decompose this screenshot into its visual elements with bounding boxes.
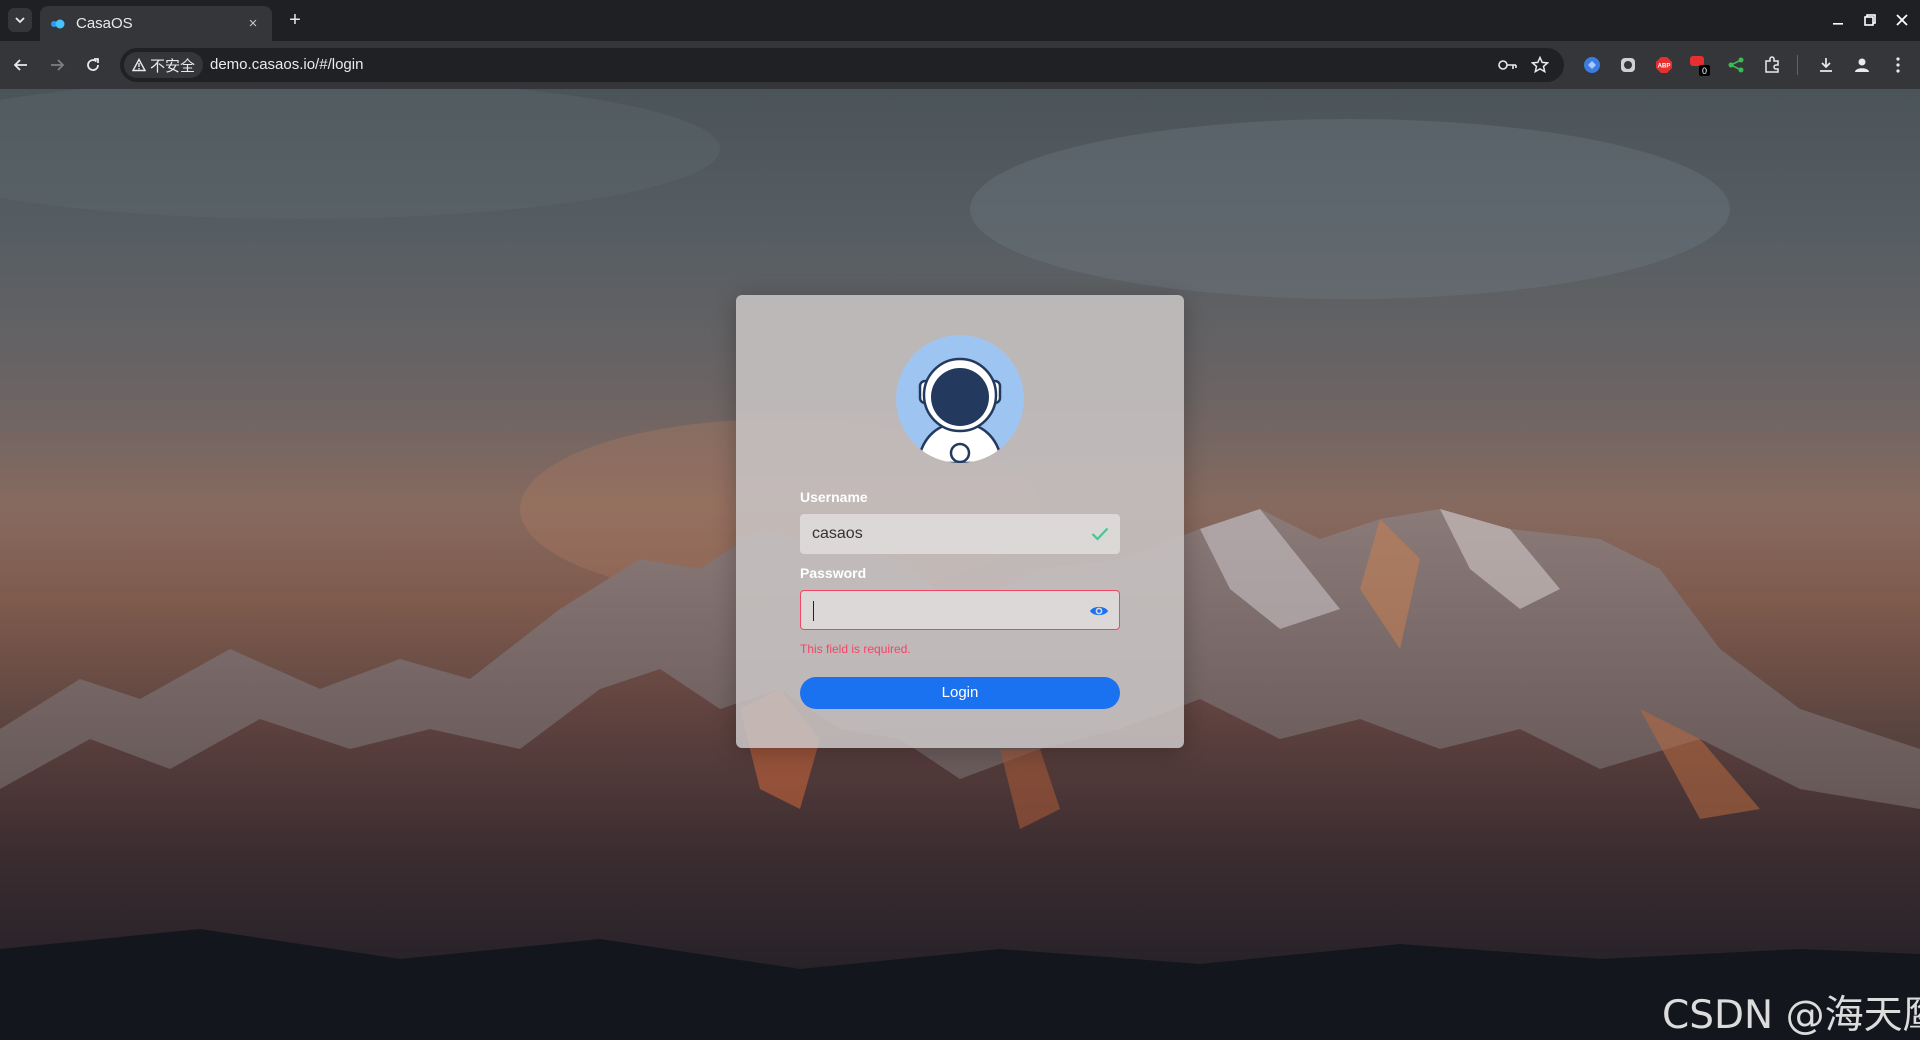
minimize-icon	[1833, 23, 1843, 25]
password-label: Password	[800, 565, 867, 581]
astronaut-avatar-icon	[896, 335, 1024, 463]
bookmark-star-icon[interactable]	[1530, 55, 1550, 75]
text-caret	[813, 601, 814, 621]
extensions-puzzle-icon[interactable]	[1760, 53, 1784, 77]
download-icon[interactable]	[1814, 53, 1838, 77]
reload-icon	[87, 58, 99, 71]
address-bar[interactable]: 不安全 demo.casaos.io/#/login	[120, 48, 1564, 82]
password-error: This field is required.	[800, 642, 911, 656]
restore-button[interactable]	[1854, 8, 1886, 32]
check-icon	[1090, 524, 1110, 544]
arrow-left-icon	[13, 59, 27, 71]
url-text[interactable]: demo.casaos.io/#/login	[210, 56, 363, 73]
new-tab-button[interactable]: +	[282, 8, 308, 34]
password-key-icon[interactable]	[1498, 55, 1518, 75]
username-value: casaos	[812, 525, 863, 542]
extension-badge: 0	[1702, 66, 1707, 76]
toolbar-divider	[1797, 55, 1798, 75]
extension-red-icon[interactable]: 0	[1688, 53, 1712, 77]
adblock-plus-icon[interactable]: ABP	[1652, 53, 1676, 77]
chevron-down-icon	[15, 17, 25, 24]
tab-casaos[interactable]: CasaOS ×	[40, 6, 272, 41]
tab-search-button[interactable]	[8, 8, 32, 32]
casaos-favicon-icon	[50, 16, 66, 32]
extension-shield-icon[interactable]	[1616, 53, 1640, 77]
extension-blue-icon[interactable]	[1580, 53, 1604, 77]
warning-icon	[132, 58, 146, 72]
eye-icon[interactable]	[1089, 601, 1109, 621]
tab-close-icon[interactable]: ×	[244, 15, 262, 32]
tab-strip: CasaOS × +	[0, 0, 1920, 41]
browser-toolbar: 不安全 demo.casaos.io/#/login ABP 0	[0, 41, 1920, 89]
forward-button[interactable]	[44, 52, 70, 78]
close-window-button[interactable]	[1886, 8, 1918, 32]
more-menu-icon[interactable]	[1886, 53, 1910, 77]
minimize-button[interactable]	[1822, 8, 1854, 32]
login-card: Username casaos Password This field is r…	[736, 295, 1184, 748]
back-button[interactable]	[8, 52, 34, 78]
arrow-right-icon	[51, 59, 65, 71]
password-field[interactable]	[800, 590, 1120, 630]
svg-text:ABP: ABP	[1658, 64, 1671, 70]
restore-icon	[1864, 14, 1876, 26]
username-label: Username	[800, 489, 868, 505]
share-icon[interactable]	[1724, 53, 1748, 77]
username-field[interactable]: casaos	[800, 514, 1120, 554]
login-button[interactable]: Login	[800, 677, 1120, 709]
page-viewport: Username casaos Password This field is r…	[0, 89, 1920, 1040]
watermark: CSDN @海天鹰	[1662, 993, 1920, 1038]
security-chip[interactable]: 不安全	[124, 52, 204, 78]
security-label: 不安全	[150, 56, 196, 75]
tab-title: CasaOS	[76, 15, 133, 32]
profile-icon[interactable]	[1850, 53, 1874, 77]
reload-button[interactable]	[80, 52, 106, 78]
close-icon	[1896, 14, 1908, 26]
